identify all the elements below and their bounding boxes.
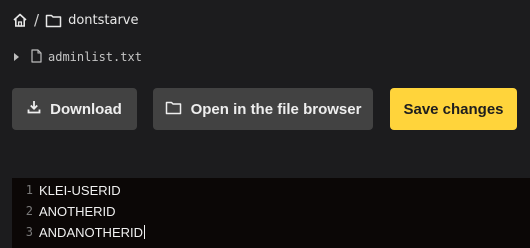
file-tree-item[interactable]: adminlist.txt	[14, 48, 142, 66]
caret-right-icon[interactable]	[14, 53, 19, 61]
breadcrumb-separator: /	[34, 11, 40, 29]
open-file-browser-button[interactable]: Open in the file browser	[153, 88, 373, 130]
save-changes-label: Save changes	[403, 100, 504, 118]
folder-icon	[45, 13, 62, 28]
text-cursor	[144, 225, 146, 239]
download-button[interactable]: Download	[12, 88, 137, 130]
file-name: adminlist.txt	[48, 50, 142, 64]
code-editor[interactable]: 1 KLEI-USERID 2 ANOTHERID 3 ANDANOTHERID	[12, 178, 530, 248]
breadcrumb-folder-link[interactable]: dontstarve	[68, 13, 138, 28]
folder-icon	[165, 100, 182, 119]
line-number: 1	[25, 183, 33, 197]
editor-line: 2 ANOTHERID	[12, 201, 116, 221]
line-text[interactable]: ANOTHERID	[39, 204, 116, 219]
editor-line: 3 ANDANOTHERID	[12, 222, 146, 242]
line-text[interactable]: ANDANOTHERID	[39, 225, 143, 240]
save-changes-button[interactable]: Save changes	[390, 88, 517, 130]
line-text[interactable]: KLEI-USERID	[39, 183, 121, 198]
file-icon	[31, 48, 42, 66]
editor-line: 1 KLEI-USERID	[12, 180, 121, 200]
open-file-browser-label: Open in the file browser	[190, 100, 362, 118]
download-icon	[27, 100, 41, 118]
line-number: 3	[25, 225, 33, 239]
breadcrumb: / dontstarve	[12, 10, 138, 30]
home-icon[interactable]	[12, 12, 28, 28]
download-label: Download	[50, 100, 122, 118]
line-number: 2	[25, 204, 33, 218]
